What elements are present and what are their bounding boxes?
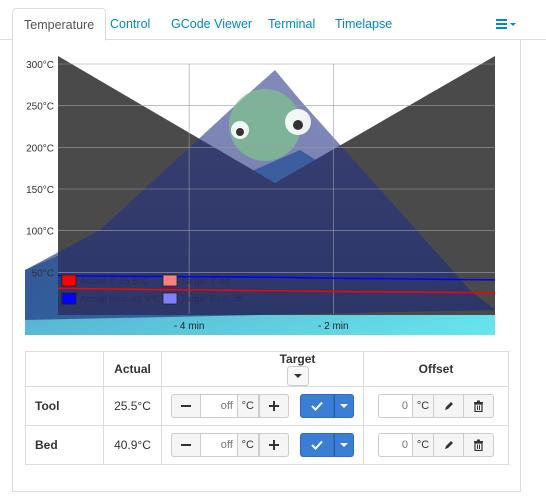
legend-label: Target Bed: off — [181, 294, 243, 305]
legend-label: Actual Bed: 40.9°C — [80, 294, 161, 305]
target-dropdown-button[interactable] — [286, 366, 309, 386]
header-actual: Actual — [103, 351, 162, 387]
table-row: Bed 40.9°C °C — [25, 425, 509, 465]
caret-down-icon — [340, 442, 349, 447]
temperature-chart: 300°C 250°C 200°C 150°C 100°C 50°C - 4 min - 2… — [0, 0, 546, 340]
plus-icon — [268, 401, 279, 411]
tool-offset-input[interactable] — [378, 394, 412, 418]
bed-offset-edit-button[interactable] — [434, 433, 464, 457]
bed-set-target-button[interactable] — [300, 433, 335, 457]
header-target-label: Target — [279, 352, 316, 366]
minus-icon — [180, 444, 191, 446]
bed-actual-value: 40.9°C — [103, 425, 162, 465]
legend-swatch — [162, 274, 178, 287]
bed-offset-delete-button[interactable] — [464, 433, 494, 457]
tool-target-dropdown-button[interactable] — [334, 394, 355, 418]
y-tick-label: 250°C — [26, 102, 54, 113]
checkmark-icon — [311, 401, 323, 411]
tool-decrease-button[interactable] — [170, 394, 201, 418]
temperature-chart-svg: 300°C 250°C 200°C 150°C 100°C 50°C - 4 min - 2… — [25, 56, 496, 335]
pencil-icon — [444, 441, 453, 449]
minus-icon — [180, 405, 191, 407]
tool-offset-controls: °C — [363, 386, 509, 426]
y-tick-label: 100°C — [26, 227, 54, 238]
legend-label: Target T: off — [181, 276, 231, 287]
temperature-control-table: Actual Target Offset Tool 25.5°C °C — [25, 351, 509, 465]
caret-down-icon — [293, 374, 302, 378]
y-tick-label: 50°C — [32, 268, 54, 279]
pencil-icon — [444, 402, 453, 410]
plus-icon — [268, 440, 279, 450]
bed-decrease-button[interactable] — [170, 433, 201, 457]
bed-target-controls: °C — [161, 425, 364, 465]
tool-offset-delete-button[interactable] — [464, 394, 494, 418]
bed-increase-button[interactable] — [258, 433, 289, 457]
bed-target-unit: °C — [236, 433, 259, 457]
y-tick-label: 200°C — [26, 143, 54, 154]
tool-target-input[interactable] — [200, 394, 237, 418]
legend-label: Actual T: 25.5°C — [80, 276, 148, 287]
legend-swatch — [61, 292, 77, 305]
x-tick-label: - 2 min — [318, 321, 349, 332]
header-offset: Offset — [363, 351, 509, 387]
y-tick-label: 150°C — [26, 185, 54, 196]
tool-offset-edit-button[interactable] — [434, 394, 464, 418]
table-row: Tool 25.5°C °C — [25, 386, 509, 426]
tool-set-target-button[interactable] — [300, 394, 335, 418]
bed-target-input[interactable] — [200, 433, 237, 457]
header-target: Target — [161, 351, 364, 387]
trash-icon — [474, 439, 483, 451]
bed-offset-controls: °C — [363, 425, 509, 465]
header-blank — [25, 351, 104, 387]
tool-offset-unit: °C — [412, 394, 434, 418]
tool-increase-button[interactable] — [258, 394, 289, 418]
trash-icon — [474, 400, 483, 412]
bed-offset-input[interactable] — [378, 433, 412, 457]
bed-target-dropdown-button[interactable] — [334, 433, 355, 457]
tool-target-unit: °C — [236, 394, 259, 418]
bed-offset-unit: °C — [412, 433, 434, 457]
caret-down-icon — [340, 403, 349, 408]
row-label-tool: Tool — [25, 386, 104, 426]
legend-swatch — [162, 292, 178, 305]
checkmark-icon — [311, 440, 323, 450]
row-label-bed: Bed — [25, 425, 104, 465]
y-tick-label: 300°C — [26, 60, 54, 71]
tool-actual-value: 25.5°C — [103, 386, 162, 426]
tool-target-controls: °C — [161, 386, 364, 426]
legend-swatch — [61, 274, 77, 287]
x-tick-label: - 4 min — [174, 321, 205, 332]
